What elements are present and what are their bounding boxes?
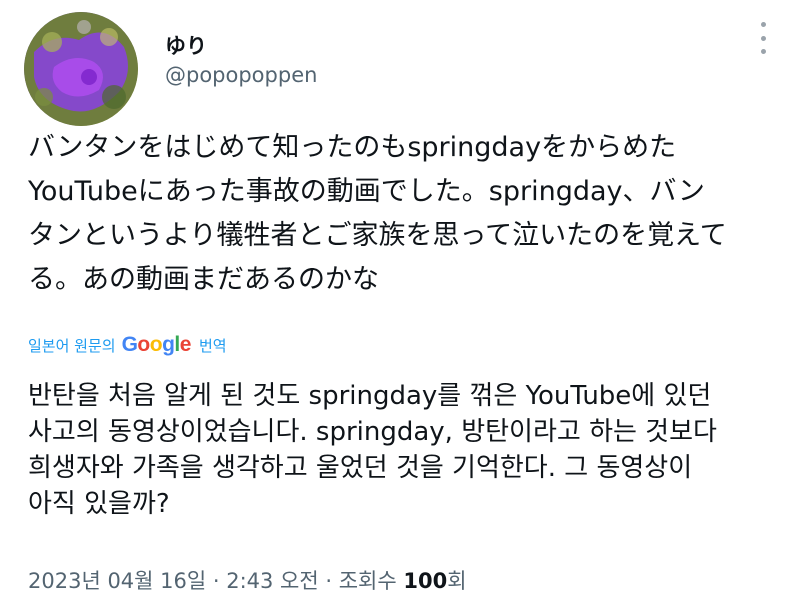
more-dot <box>760 35 766 41</box>
google-logo: Google <box>121 333 192 356</box>
timestamp[interactable]: 2023년 04월 16일 · 2:43 오전 · 조회수 <box>28 569 397 593</box>
translation-label-left: 일본어 원문의 <box>28 336 116 355</box>
tweet-text-line: タンというより犠牲者とご家族を思って泣いたのを覚えて <box>28 220 727 251</box>
avatar[interactable] <box>24 12 138 126</box>
tweet-text-line: YouTubeにあった事故の動画でした。springday、バン <box>28 176 705 207</box>
translation-label-right: 번역 <box>198 336 227 355</box>
display-name[interactable]: ゆり <box>165 30 207 60</box>
tweet-text-line: バンタンをはじめて知ったのもspringdayをからめた <box>28 132 677 163</box>
tweet-text: バンタンをはじめて知ったのもspringdayをからめた YouTubeにあった… <box>28 126 778 302</box>
view-count: 100 <box>403 569 448 593</box>
translated-text-line: 아직 있을까? <box>28 489 170 519</box>
translated-text-line: 반탄을 처음 알게 된 것도 springday를 꺾은 YouTube에 있던 <box>28 381 712 411</box>
view-count-suffix: 회 <box>447 569 467 593</box>
translated-text-line: 희생자와 가족을 생각하고 울었던 것을 기억한다. 그 동영상이 <box>28 453 693 483</box>
user-handle[interactable]: @popopoppen <box>165 63 317 87</box>
more-dot <box>760 49 766 54</box>
translated-text: 반탄을 처음 알게 된 것도 springday를 꺾은 YouTube에 있던… <box>28 378 778 522</box>
more-dot <box>760 22 766 27</box>
tweet-text-line: る。あの動画まだあるのかな <box>28 264 379 295</box>
translation-attribution[interactable]: 일본어 원문의 Google 번역 <box>28 331 227 359</box>
translated-text-line: 사고의 동영상이었습니다. springday, 방탄이라고 하는 것보다 <box>28 417 717 447</box>
tweet-meta: 2023년 04월 16일 · 2:43 오전 · 조회수 100회 <box>28 565 467 595</box>
tweet-card: ゆり @popopoppen バンタンをはじめて知ったのもspringdayをか… <box>0 0 800 600</box>
more-vertical-icon[interactable] <box>756 22 770 54</box>
avatar-image <box>24 12 138 126</box>
